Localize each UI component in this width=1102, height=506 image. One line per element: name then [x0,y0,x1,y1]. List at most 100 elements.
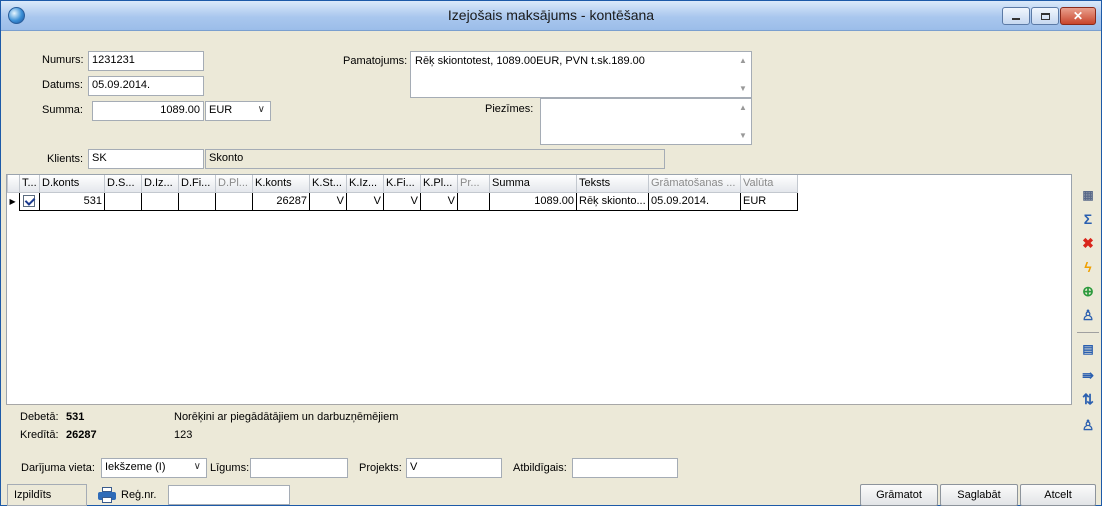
lightning-icon[interactable]: ϟ [1079,258,1097,276]
column-header[interactable]: K.konts [252,175,310,193]
scroll-up-icon[interactable]: ▲ [739,103,747,112]
cell-gramatosanas[interactable]: 05.09.2014. [648,191,741,211]
piezimes-textarea[interactable]: ▲ ▼ [540,98,752,145]
person-icon[interactable]: ♙ [1079,306,1097,324]
column-header[interactable]: K.Fi... [383,175,421,193]
add-icon[interactable]: ⊕ [1079,282,1097,300]
reg-nr-label: Reģ.nr. [121,489,157,501]
debeta-label: Debetā: [20,411,59,423]
kredita-value: 26287 [66,429,97,441]
table-row[interactable]: ▶ 531 26287 V V V V 1089.00 Rēķ skionto.… [8,191,798,211]
debeta-value: 531 [66,411,85,423]
currency-select[interactable]: EUR ∨ [205,101,271,121]
projekts-input[interactable]: V [406,458,502,478]
cell-k-iz[interactable]: V [346,191,384,211]
piezimes-label: Piezīmes: [485,103,534,115]
cell-summa[interactable]: 1089.00 [489,191,577,211]
pamatojums-text: Rēķ skiontotest, 1089.00EUR, PVN t.sk.18… [415,55,645,67]
printer-paper [102,497,112,503]
ligums-label: Līgums: [210,462,250,474]
column-header[interactable]: K.St... [309,175,347,193]
cell-d-s[interactable] [104,191,142,211]
delete-icon[interactable]: ✖ [1079,234,1097,252]
kredita-label: Kredītā: [20,429,59,441]
summa-input[interactable]: 1089.00 [92,101,204,121]
column-header[interactable]: T... [19,175,40,193]
title-bar[interactable]: Izejošais maksājums - kontēšana ✕ [1,1,1101,31]
column-header[interactable]: Summa [489,175,577,193]
row-pointer-icon: ▶ [9,197,16,207]
column-header[interactable]: D.S... [104,175,142,193]
column-header[interactable]: Valūta [740,175,798,193]
cell-k-st[interactable]: V [309,191,347,211]
table-header: T... D.konts D.S... D.Iz... D.Fi... D.Pl… [7,175,798,193]
row-checkbox[interactable] [23,195,35,208]
gramatot-button[interactable]: Grāmatot [860,484,938,506]
column-header[interactable]: K.Iz... [346,175,384,193]
cell-teksts[interactable]: Rēķ skionto... [576,191,649,211]
column-header[interactable]: D.Pl... [215,175,253,193]
minimize-button[interactable] [1002,7,1030,25]
cell-k-fi[interactable]: V [383,191,421,211]
darijuma-vieta-select[interactable]: Iekšzeme (I) ∨ [101,458,207,478]
sort-icon[interactable]: ⇅ [1079,390,1097,408]
cell-d-konts[interactable]: 531 [39,191,105,211]
column-header[interactable]: D.Iz... [141,175,179,193]
status-field: Izpildīts [7,484,87,506]
ligums-input[interactable] [250,458,348,478]
pamatojums-label: Pamatojums: [343,55,408,67]
column-header[interactable]: Pr... [457,175,490,193]
cell-d-pl[interactable] [215,191,253,211]
cell-valuta[interactable]: EUR [740,191,798,211]
sum-icon[interactable]: Σ [1079,210,1097,228]
grid-toolbar: ▦ Σ ✖ ϟ ⊕ ♙ ▤ ⇛ ⇅ ♙ [1074,172,1100,454]
projekts-label: Projekts: [359,462,402,474]
pamatojums-scrollbar[interactable]: ▲ ▼ [737,54,749,95]
atbildigais-input[interactable] [572,458,678,478]
user-search-icon[interactable]: ♙ [1079,416,1097,434]
pamatojums-textarea[interactable]: Rēķ skiontotest, 1089.00EUR, PVN t.sk.18… [410,51,752,98]
export-icon[interactable]: ▤ [1079,340,1097,358]
column-header[interactable]: D.Fi... [178,175,216,193]
maximize-icon [1040,12,1050,20]
cell-d-fi[interactable] [178,191,216,211]
cell-pr[interactable] [457,191,490,211]
chevron-down-icon: ∨ [257,104,265,115]
cell-k-konts[interactable]: 26287 [252,191,310,211]
payment-posting-window: Izejošais maksājums - kontēšana ✕ Numurs… [0,0,1102,506]
column-header[interactable]: D.konts [39,175,105,193]
cell-d-iz[interactable] [141,191,179,211]
toolbar-separator [1077,332,1099,333]
columns-icon[interactable]: ▦ [1079,186,1097,204]
debeta-description: Norēķini ar piegādātājiem un darbuzņēmēj… [174,411,399,423]
row-checkbox-cell[interactable] [19,191,40,211]
reg-nr-input[interactable] [168,485,290,505]
column-header[interactable]: K.Pl... [420,175,458,193]
account-info-panel: Debetā: 531 Norēķini ar piegādātājiem un… [6,404,1072,450]
datums-input[interactable]: 05.09.2014. [88,76,204,96]
row-pointer: ▶ [8,192,20,210]
maximize-button[interactable] [1031,7,1059,25]
summa-label: Summa: [42,104,83,116]
column-header[interactable]: Grāmatošanas ... [648,175,741,193]
postings-grid[interactable]: T... D.konts D.S... D.Iz... D.Fi... D.Pl… [6,174,1072,436]
close-button[interactable]: ✕ [1060,7,1096,25]
klients-code-input[interactable]: SK [88,149,204,169]
currency-value: EUR [209,104,233,116]
darijuma-vieta-value: Iekšzeme (I) [105,461,166,473]
saglabat-button[interactable]: Saglabāt [940,484,1018,506]
darijuma-vieta-label: Darījuma vieta: [21,462,95,474]
piezimes-scrollbar[interactable]: ▲ ▼ [737,101,749,142]
scroll-down-icon[interactable]: ▼ [739,84,747,93]
cell-k-pl[interactable]: V [420,191,458,211]
klients-name-field: Skonto [205,149,665,169]
kredita-description: 123 [174,429,193,441]
import-icon[interactable]: ⇛ [1079,366,1097,384]
printer-icon[interactable] [98,487,116,503]
atcelt-button[interactable]: Atcelt [1020,484,1096,506]
window-title: Izejošais maksājums - kontēšana [447,7,655,23]
scroll-up-icon[interactable]: ▲ [739,56,747,65]
numurs-input[interactable]: 1231231 [88,51,204,71]
column-header[interactable]: Teksts [576,175,649,193]
scroll-down-icon[interactable]: ▼ [739,131,747,140]
